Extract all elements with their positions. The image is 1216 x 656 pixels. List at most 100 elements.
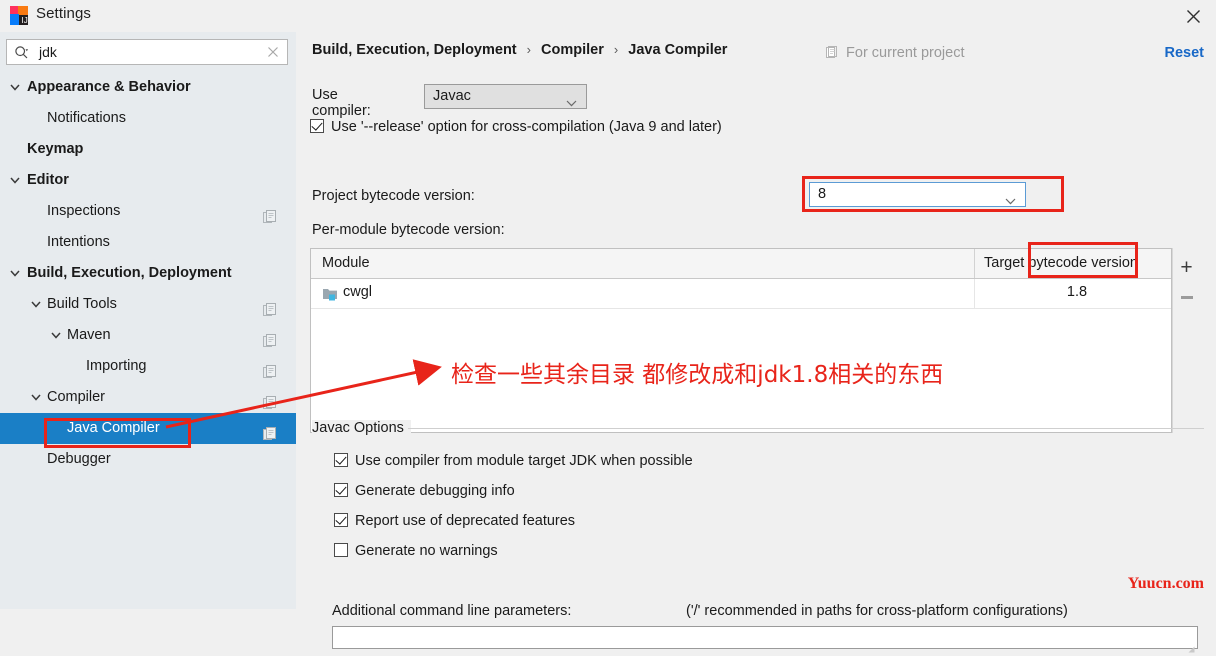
javac-options-title: Javac Options — [312, 420, 411, 436]
sidebar-item-label: Editor — [27, 172, 69, 188]
sidebar-item-label: Maven — [67, 327, 111, 343]
javac-option-checkbox[interactable]: Report use of deprecated features — [334, 512, 575, 529]
sidebar-item-label: Appearance & Behavior — [27, 79, 191, 95]
use-release-option-checkbox[interactable]: Use '--release' option for cross-compila… — [310, 118, 722, 135]
additional-params-input[interactable] — [332, 626, 1198, 653]
project-bytecode-version-value: 8 — [818, 186, 827, 202]
javac-option-label: Report use of deprecated features — [355, 513, 576, 529]
additional-params-label: Additional command line parameters: — [332, 603, 572, 619]
annotation-note: 检查一些其余目录 都修改成和jdk1.8相关的东西 — [451, 362, 944, 388]
chevron-down-icon[interactable] — [50, 320, 64, 351]
javac-option-label: Use compiler from module target JDK when… — [355, 453, 693, 469]
javac-option-checkbox[interactable]: Generate debugging info — [334, 482, 515, 499]
settings-sidebar: jdk Appearance & Behavior Notifications Ke… — [0, 32, 296, 609]
sidebar-item-label: Intentions — [47, 234, 110, 250]
module-name: cwgl — [343, 284, 373, 300]
sidebar-item-label: Debugger — [47, 451, 111, 467]
breadcrumb: Build, Execution, Deployment › Compiler … — [312, 42, 727, 58]
copy-settings-icon[interactable] — [263, 359, 277, 378]
checkbox-box — [310, 119, 324, 133]
use-release-option-label: Use '--release' option for cross-compila… — [331, 119, 722, 135]
use-compiler-label: Use compiler: — [312, 87, 371, 119]
breadcrumb-part-2[interactable]: Compiler — [541, 42, 604, 58]
sidebar-item-build-execution-deployment[interactable]: Build, Execution, Deployment — [0, 258, 296, 289]
watermark: Yuucn.com — [1127, 575, 1204, 592]
use-compiler-select[interactable]: Javac — [424, 84, 587, 109]
window-title: Settings — [36, 5, 91, 22]
per-module-bytecode-label: Per-module bytecode version: — [312, 222, 505, 238]
chevron-down-icon[interactable] — [30, 382, 44, 413]
for-current-project-label: For current project — [826, 45, 965, 61]
sidebar-item-build-tools[interactable]: Build Tools — [0, 289, 296, 320]
module-folder-icon — [322, 286, 338, 302]
title-bar: IJ Settings — [0, 0, 1216, 32]
breadcrumb-separator: › — [526, 42, 532, 57]
copy-settings-icon[interactable] — [263, 390, 277, 409]
sidebar-item-notifications[interactable]: Notifications — [0, 103, 296, 134]
for-current-project-text: For current project — [846, 45, 965, 61]
copy-settings-icon[interactable] — [263, 297, 277, 316]
column-header-module[interactable]: Module — [322, 255, 370, 271]
javac-option-checkbox[interactable]: Generate no warnings — [334, 542, 498, 559]
sidebar-item-label: Compiler — [47, 389, 106, 405]
table-side-buttons: + — [1172, 248, 1200, 433]
search-icon — [14, 45, 30, 61]
copy-settings-icon[interactable] — [263, 328, 277, 347]
sidebar-item-label: Notifications — [47, 110, 126, 126]
copy-settings-icon[interactable] — [263, 421, 277, 440]
chevron-down-icon[interactable] — [9, 165, 23, 196]
breadcrumb-part-3[interactable]: Java Compiler — [628, 42, 727, 58]
settings-dialog: IJ Settings jdk Appearance & Behavior No… — [0, 0, 1216, 653]
checkbox-box — [334, 543, 348, 557]
sidebar-item-debugger[interactable]: Debugger — [0, 444, 296, 475]
project-bytecode-version-select[interactable]: 8 — [809, 182, 1026, 207]
copy-settings-icon[interactable] — [263, 204, 277, 223]
svg-text:IJ: IJ — [22, 16, 28, 25]
sidebar-item-keymap[interactable]: Keymap — [0, 134, 296, 165]
additional-params-hint: ('/' recommended in paths for cross-plat… — [686, 603, 1068, 619]
sidebar-item-label: Build, Execution, Deployment — [27, 265, 232, 281]
project-bytecode-version-label: Project bytecode version: — [312, 188, 475, 204]
sidebar-item-importing[interactable]: Importing — [0, 351, 296, 382]
clear-icon[interactable] — [266, 45, 280, 59]
settings-tree: Appearance & Behavior Notifications Keymap… — [0, 72, 296, 475]
chevron-down-icon — [566, 94, 577, 110]
chevron-down-icon[interactable] — [9, 258, 23, 289]
column-divider[interactable] — [974, 249, 975, 278]
use-compiler-value: Javac — [433, 88, 471, 104]
group-divider — [408, 428, 1204, 429]
java-compiler-panel: Build, Execution, Deployment › Compiler … — [296, 32, 1216, 653]
sidebar-item-intentions[interactable]: Intentions — [0, 227, 296, 258]
highlight-box-java-compiler — [44, 418, 191, 448]
breadcrumb-part-1[interactable]: Build, Execution, Deployment — [312, 42, 517, 58]
javac-option-checkbox[interactable]: Use compiler from module target JDK when… — [334, 452, 693, 469]
sidebar-item-label: Inspections — [47, 203, 121, 219]
remove-module-button[interactable] — [1173, 284, 1200, 310]
checkbox-box — [334, 453, 348, 467]
search-input[interactable]: jdk — [6, 39, 288, 65]
checkbox-box — [334, 483, 348, 497]
chevron-down-icon[interactable] — [30, 289, 44, 320]
project-scope-icon — [826, 46, 838, 59]
sidebar-item-label: Build Tools — [47, 296, 117, 312]
sidebar-item-editor[interactable]: Editor — [0, 165, 296, 196]
chevron-down-icon — [1005, 192, 1016, 208]
sidebar-item-maven[interactable]: Maven — [0, 320, 296, 351]
sidebar-item-label: Importing — [86, 358, 147, 374]
chevron-down-icon[interactable] — [9, 72, 23, 103]
reset-button[interactable]: Reset — [1165, 45, 1205, 61]
sidebar-item-label: Keymap — [27, 141, 84, 157]
close-icon[interactable] — [1170, 0, 1216, 32]
add-module-button[interactable]: + — [1173, 254, 1200, 280]
breadcrumb-separator: › — [613, 42, 619, 57]
highlight-box-target-bytecode — [1028, 242, 1138, 278]
sidebar-item-appearance-behavior[interactable]: Appearance & Behavior — [0, 72, 296, 103]
sidebar-item-inspections[interactable]: Inspections — [0, 196, 296, 227]
search-value: jdk — [39, 44, 57, 60]
table-row[interactable]: cwgl 1.8 — [311, 279, 1171, 309]
target-bytecode-value[interactable]: 1.8 — [984, 284, 1170, 300]
intellij-idea-icon: IJ — [9, 5, 29, 26]
resize-grip-icon[interactable] — [1188, 640, 1195, 653]
sidebar-item-compiler[interactable]: Compiler — [0, 382, 296, 413]
checkbox-box — [334, 513, 348, 527]
